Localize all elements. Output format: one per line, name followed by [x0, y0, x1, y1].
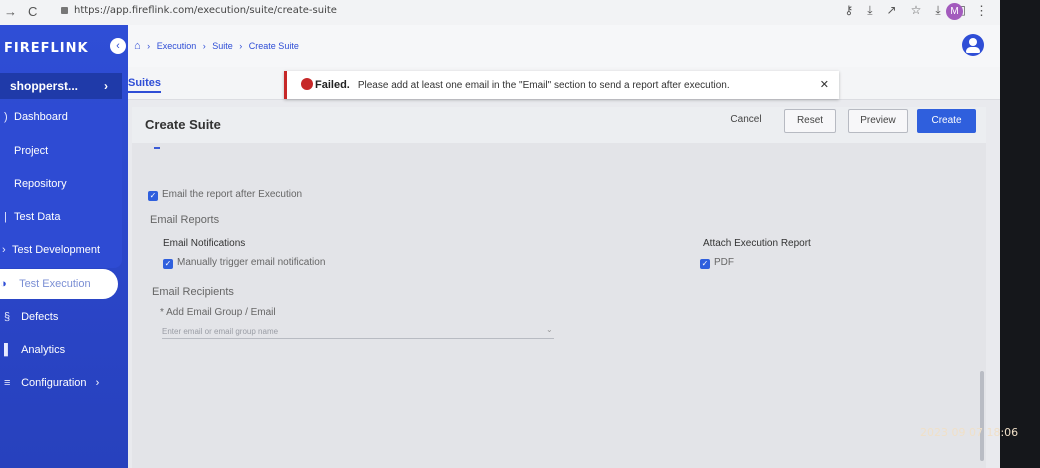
breadcrumb: ⌂ › Execution › Suite › Create Suite	[134, 40, 303, 52]
breadcrumb-separator: ›	[147, 41, 151, 51]
collapse-sidebar-icon[interactable]: ‹	[110, 38, 126, 54]
sidebar-item-label: Test Development	[12, 244, 101, 256]
manual-trigger-checkbox[interactable]: ✓ Manually trigger email notification	[163, 257, 325, 269]
sidebar-item-analytics[interactable]: ▌ Analytics	[4, 344, 65, 356]
checkbox-checked-icon[interactable]: ✓	[163, 259, 173, 269]
create-suite-card: Create Suite Cancel Reset Preview Create…	[132, 107, 986, 468]
browser-menu-icon[interactable]: ⋮	[975, 3, 988, 19]
checkbox-checked-icon[interactable]: ✓	[700, 259, 710, 269]
address-bar[interactable]: https://app.fireflink.com/execution/suit…	[74, 5, 337, 16]
checkbox-label: PDF	[714, 257, 734, 268]
brand-logo: FIREFLINK	[4, 41, 89, 56]
test-execution-icon: ◑	[0, 278, 7, 290]
sidebar-item-label: Configuration	[21, 377, 87, 389]
breadcrumb-item: Create Suite	[248, 41, 299, 51]
error-icon	[301, 78, 313, 90]
page-title: Create Suite	[145, 117, 221, 132]
cancel-button[interactable]: Cancel	[718, 109, 774, 131]
sidebar-item-label: Test Data	[14, 211, 61, 223]
email-recipients-heading: Email Recipients	[152, 286, 234, 298]
dashboard-icon: )	[4, 111, 8, 123]
lock-icon	[61, 7, 68, 14]
card-header: Create Suite Cancel Reset Preview Create	[132, 107, 986, 143]
sidebar-item-label: Test Execution	[19, 278, 91, 290]
email-notifications-heading: Email Notifications	[163, 238, 246, 249]
bug-icon: §	[4, 311, 11, 323]
home-icon[interactable]: ⌂	[134, 40, 141, 52]
photo-timestamp: 2023 09 07 18:06	[920, 426, 1019, 439]
preview-button[interactable]: Preview	[848, 109, 908, 133]
sidebar-item-test-execution[interactable]: ◑ Test Execution	[0, 269, 118, 299]
sidebar-item-label: Repository	[14, 178, 67, 190]
scrollbar[interactable]	[980, 371, 984, 461]
chevron-down-icon[interactable]: ⌄	[546, 325, 553, 334]
reset-button[interactable]: Reset	[784, 109, 836, 133]
email-input[interactable]: Enter email or email group name	[162, 327, 278, 336]
profile-avatar[interactable]: M	[946, 3, 963, 20]
tab-suites[interactable]: Suites	[128, 77, 162, 93]
sidebar-item-project[interactable]: Project	[4, 145, 48, 157]
back-arrow-icon[interactable]: →	[4, 4, 17, 19]
email-report-checkbox[interactable]: ✓ Email the report after Execution	[148, 189, 302, 201]
error-toast: Failed. Please add at least one email in …	[284, 71, 839, 99]
browser-toolbar: → C https://app.fireflink.com/execution/…	[0, 0, 1000, 26]
sidebar-item-defects[interactable]: § Defects	[4, 311, 58, 323]
sidebar-item-label: Dashboard	[14, 111, 68, 123]
analytics-icon: ▌	[4, 344, 12, 356]
breadcrumb-separator: ›	[202, 41, 206, 51]
add-email-group-label: * Add Email Group / Email	[160, 307, 276, 318]
email-input-underline	[162, 338, 554, 339]
configuration-icon: ≡	[4, 377, 11, 389]
app-main: ⌂ › Execution › Suite › Create Suite Sui…	[128, 25, 1000, 468]
email-reports-heading: Email Reports	[150, 214, 220, 226]
toast-title: Failed.	[315, 79, 350, 91]
field-label: Add Email Group / Email	[166, 307, 276, 318]
sidebar-item-test-data[interactable]: | Test Data	[4, 211, 60, 223]
sidebar-item-label: Analytics	[21, 344, 66, 356]
sidebar-item-label: Defects	[21, 311, 59, 323]
test-data-icon: |	[4, 211, 7, 223]
attach-report-heading: Attach Execution Report	[703, 238, 811, 249]
chevron-right-icon: ›	[95, 377, 100, 389]
pdf-checkbox[interactable]: ✓ PDF	[700, 257, 734, 269]
project-selector[interactable]: shopperst... ›	[0, 73, 122, 99]
sidebar-item-configuration[interactable]: ≡ Configuration ›	[4, 377, 99, 389]
breadcrumb-item[interactable]: Execution	[157, 41, 197, 51]
sidebar-item-repository[interactable]: Repository	[4, 178, 67, 190]
checkbox-label: Email the report after Execution	[162, 189, 303, 200]
user-avatar-icon[interactable]	[962, 34, 984, 56]
close-icon[interactable]: ✕	[820, 71, 829, 99]
create-button[interactable]: Create	[917, 109, 976, 133]
checkbox-checked-icon[interactable]: ✓	[148, 191, 158, 201]
top-bar: ⌂ › Execution › Suite › Create Suite	[128, 25, 1000, 67]
breadcrumb-item[interactable]: Suite	[212, 41, 233, 51]
sidebar-item-test-development[interactable]: › Test Development	[2, 244, 100, 256]
screen-bezel	[1000, 0, 1040, 468]
required-mark: *	[160, 307, 164, 318]
breadcrumb-separator: ›	[239, 41, 243, 51]
reload-icon[interactable]: C	[28, 4, 37, 19]
sidebar: FIREFLINK ‹ shopperst... › ) Dashboard Pr…	[0, 25, 128, 468]
toast-message: Please add at least one email in the "Em…	[357, 80, 730, 91]
project-name: shopperst...	[10, 79, 79, 93]
chevron-right-icon: ›	[104, 79, 108, 93]
sidebar-item-dashboard[interactable]: ) Dashboard	[4, 111, 68, 123]
test-development-icon: ›	[2, 244, 6, 256]
checkbox-label: Manually trigger email notification	[177, 257, 326, 268]
sidebar-item-label: Project	[14, 145, 49, 157]
divider	[154, 147, 160, 149]
